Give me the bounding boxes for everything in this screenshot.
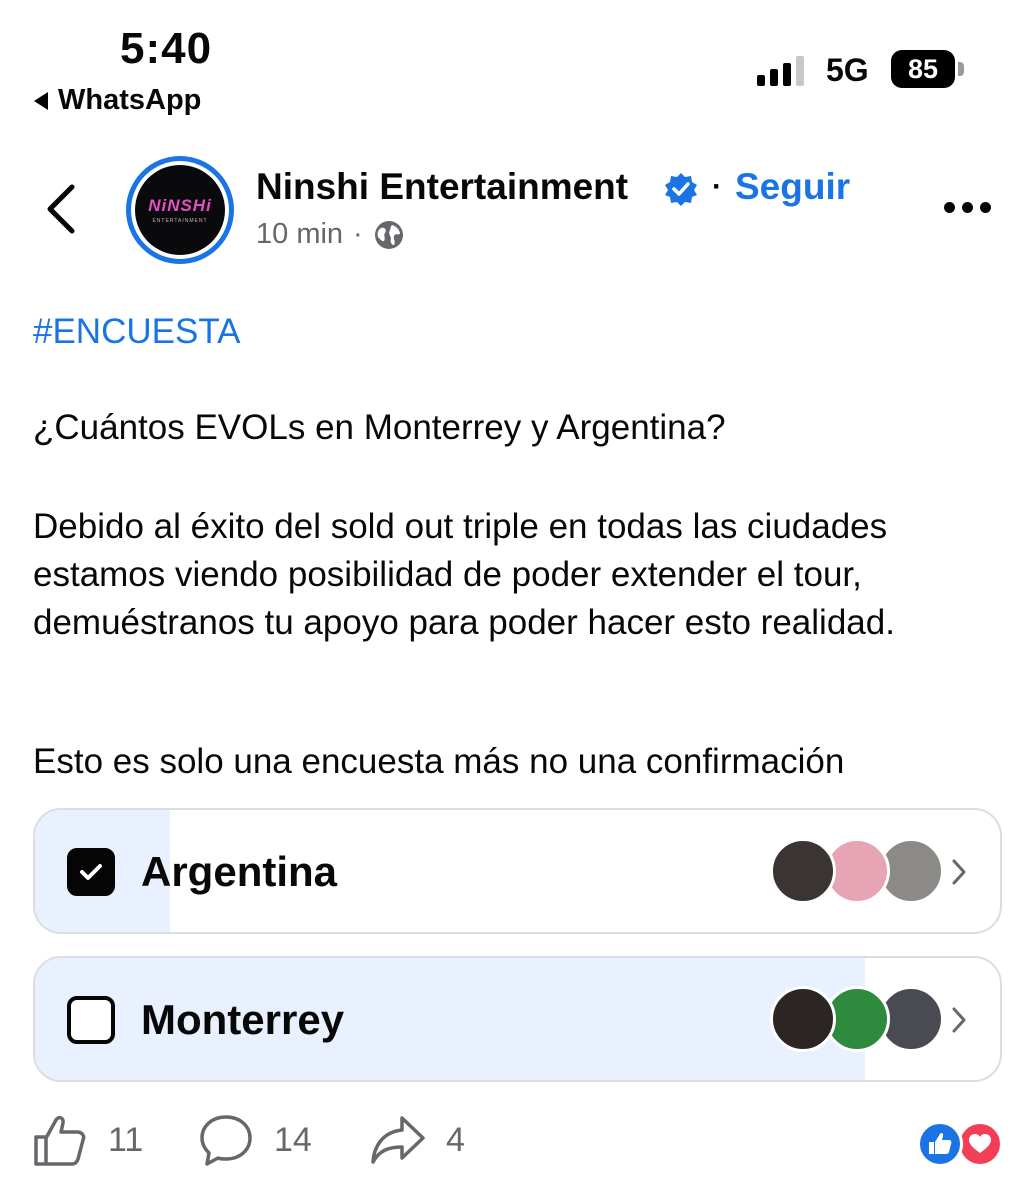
more-icon[interactable] <box>944 202 991 213</box>
meta-dot: · <box>353 218 363 250</box>
share-icon <box>371 1116 425 1164</box>
battery-cap <box>958 62 964 76</box>
back-chevron-icon[interactable] <box>42 184 82 234</box>
chevron-right-icon[interactable] <box>949 1004 969 1036</box>
post-time: 10 min <box>256 218 344 250</box>
checkbox-checked-icon[interactable] <box>67 848 115 896</box>
comment-count: 14 <box>274 1120 312 1159</box>
checkbox-empty-icon[interactable] <box>67 996 115 1044</box>
back-to-app-link[interactable]: WhatsApp <box>34 84 201 117</box>
back-triangle-icon <box>34 91 48 110</box>
share-count: 4 <box>446 1120 465 1159</box>
back-app-label: WhatsApp <box>58 84 202 116</box>
status-time: 5:40 <box>120 24 213 73</box>
reaction-summary[interactable] <box>917 1121 1007 1169</box>
voter-avatars[interactable] <box>770 986 945 1052</box>
logo-text: NiNSHi <box>148 196 212 215</box>
voter-avatar <box>770 838 836 904</box>
comment-button[interactable]: 14 <box>198 1112 312 1168</box>
like-button[interactable]: 11 <box>32 1112 143 1168</box>
post-meta: 10 min · <box>256 218 405 251</box>
poll-option-argentina[interactable]: Argentina <box>33 808 1002 934</box>
voter-avatar <box>770 986 836 1052</box>
signal-icon <box>757 54 807 86</box>
poll-option-label: Monterrey <box>141 996 345 1043</box>
voter-avatars[interactable] <box>770 838 945 904</box>
post-disclaimer: Esto es solo una encuesta más no una con… <box>33 742 845 781</box>
poll-option-label: Argentina <box>141 848 338 895</box>
logo-subtext: ENTERTAINMENT <box>152 218 208 224</box>
page-avatar[interactable]: NiNSHi ENTERTAINMENT <box>126 156 234 264</box>
post-question: ¿Cuántos EVOLs en Monterrey y Argentina? <box>33 408 726 447</box>
share-button[interactable]: 4 <box>370 1112 465 1168</box>
hashtag-link[interactable]: #ENCUESTA <box>33 312 240 352</box>
post-paragraph: Debido al éxito del sold out triple en t… <box>33 507 895 642</box>
page-logo: NiNSHi ENTERTAINMENT <box>135 165 225 255</box>
poll-option-monterrey[interactable]: Monterrey <box>33 956 1002 1082</box>
like-icon <box>34 1115 86 1166</box>
comment-icon <box>200 1115 252 1166</box>
network-type: 5G <box>826 52 869 88</box>
header-separator: · <box>712 170 722 203</box>
verified-icon <box>665 173 697 206</box>
globe-icon <box>374 220 403 249</box>
chevron-right-icon[interactable] <box>949 856 969 888</box>
battery-indicator: 85 <box>891 50 955 88</box>
love-reaction-icon <box>957 1121 1003 1167</box>
follow-button[interactable]: Seguir <box>735 166 850 208</box>
page-name[interactable]: Ninshi Entertainment <box>256 166 628 208</box>
like-reaction-icon <box>917 1121 963 1167</box>
like-count: 11 <box>108 1120 144 1159</box>
